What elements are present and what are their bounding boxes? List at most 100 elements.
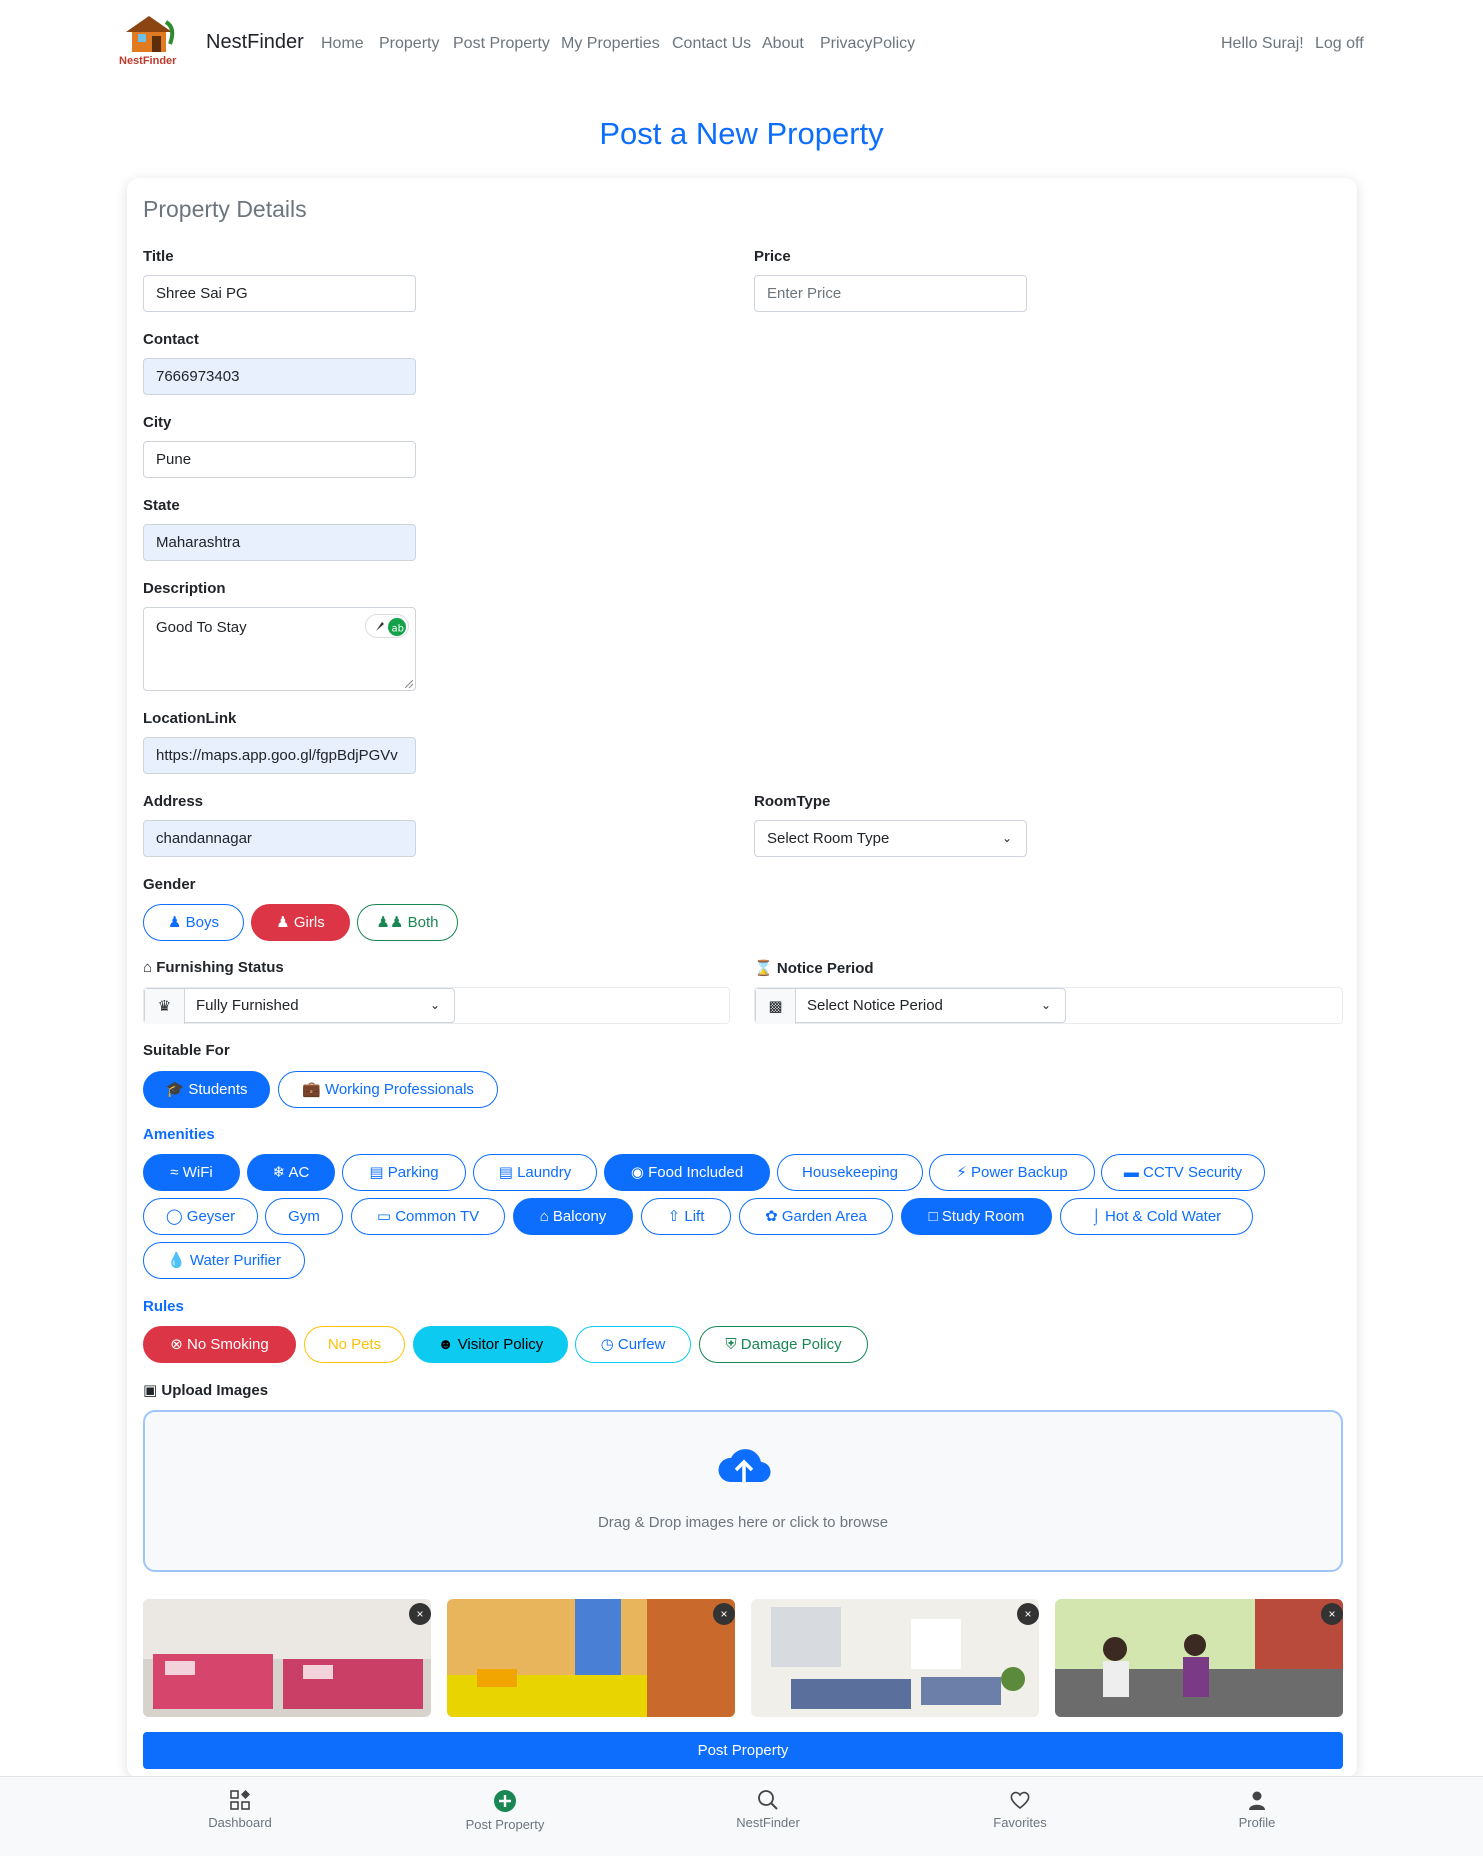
image-dropzone[interactable]: Drag & Drop images here or click to brow… [143, 1410, 1343, 1572]
rule-label: Visitor Policy [457, 1336, 544, 1353]
people-icon: ♟♟ [376, 914, 404, 931]
amenity-lift[interactable]: ⇧ Lift [641, 1198, 731, 1235]
heart-icon [1010, 1791, 1030, 1810]
bottom-nav-dashboard[interactable]: Dashboard [195, 1789, 285, 1830]
amenity-label: Lift [684, 1208, 705, 1225]
amenity-garden[interactable]: ✿ Garden Area [739, 1198, 893, 1235]
logoff-link[interactable]: Log off [1315, 35, 1364, 53]
gender-boys-label: Boys [185, 914, 219, 931]
amenity-label: Parking [387, 1164, 439, 1181]
furnishing-select[interactable]: ♛ Fully Furnished ⌄ [144, 988, 455, 1024]
rule-no-smoking[interactable]: ⊗ No Smoking [143, 1326, 296, 1363]
amenity-hot-cold-water[interactable]: ⌡ Hot & Cold Water [1060, 1198, 1253, 1235]
rule-damage-policy[interactable]: ⛨ Damage Policy [699, 1326, 868, 1363]
roomtype-select[interactable]: Select Room Type ⌄ [754, 820, 1027, 857]
amenity-power-backup[interactable]: ⚡ Power Backup [929, 1154, 1095, 1191]
amenity-water-purifier[interactable]: 💧 Water Purifier [143, 1242, 305, 1279]
remove-image-3-button[interactable]: × [1017, 1603, 1039, 1625]
nav-home[interactable]: Home [321, 35, 364, 53]
drop-icon: ◯ [165, 1208, 183, 1225]
lift-icon: ⇧ [667, 1208, 681, 1225]
tv-icon: ▭ [376, 1208, 392, 1225]
home-icon: ⌂ [143, 959, 153, 976]
rule-curfew[interactable]: ◷ Curfew [575, 1326, 691, 1363]
nav-privacy-policy[interactable]: PrivacyPolicy [820, 35, 915, 53]
amenity-geyser[interactable]: ◯ Geyser [143, 1198, 258, 1235]
bottom-nav-label: NestFinder [736, 1815, 800, 1830]
gender-girls-button[interactable]: ♟ Girls [251, 904, 350, 941]
user-greeting[interactable]: Hello Suraj! [1221, 35, 1304, 53]
graduation-cap-icon: 🎓 [165, 1081, 185, 1098]
notice-select[interactable]: ▩ Select Notice Period ⌄ [755, 988, 1066, 1024]
grammarly-icon[interactable]: ab [365, 614, 409, 638]
address-label: Address [143, 793, 204, 810]
furnishing-input-group: ♛ Fully Furnished ⌄ [143, 987, 730, 1024]
nav-contact-us[interactable]: Contact Us [672, 35, 751, 53]
nav-post-property[interactable]: Post Property [453, 35, 550, 53]
notice-label-text: Notice Period [776, 960, 874, 977]
amenity-wifi[interactable]: ≈ WiFi [143, 1154, 240, 1191]
amenity-housekeeping[interactable]: Housekeeping [777, 1154, 923, 1191]
amenity-common-tv[interactable]: ▭ Common TV [351, 1198, 505, 1235]
brand-name[interactable]: NestFinder [206, 31, 304, 54]
nav-about[interactable]: About [762, 35, 804, 53]
chevron-down-icon: ⌄ [1001, 831, 1012, 845]
gender-boys-button[interactable]: ♟ Boys [143, 904, 244, 941]
remove-image-2-button[interactable]: × [713, 1603, 735, 1625]
rule-visitor-policy[interactable]: ☻ Visitor Policy [413, 1326, 568, 1363]
plus-circle-icon [494, 1790, 516, 1812]
title-input[interactable]: Shree Sai PG [143, 275, 416, 312]
remove-image-4-button[interactable]: × [1321, 1603, 1343, 1625]
price-input[interactable]: Enter Price [754, 275, 1027, 312]
dashboard-icon [230, 1790, 250, 1810]
amenity-laundry[interactable]: ▤ Laundry [473, 1154, 597, 1191]
bottom-nav-favorites[interactable]: Favorites [975, 1789, 1065, 1830]
amenity-label: Water Purifier [189, 1252, 281, 1269]
amenity-study-room[interactable]: □ Study Room [901, 1198, 1052, 1235]
amenity-label: Housekeeping [802, 1164, 898, 1181]
amenity-label: Food Included [648, 1164, 744, 1181]
wallet-icon: ▩ [756, 989, 796, 1024]
lightning-icon: ⚡ [956, 1164, 967, 1181]
amenity-cctv[interactable]: ▬ CCTV Security [1101, 1154, 1265, 1191]
state-input[interactable]: Maharashtra [143, 524, 416, 561]
amenity-balcony[interactable]: ⌂ Balcony [513, 1198, 633, 1235]
users-icon: ♟ [276, 914, 290, 931]
amenity-gym[interactable]: Gym [265, 1198, 343, 1235]
dropzone-text: Drag & Drop images here or click to brow… [597, 1514, 889, 1531]
address-input[interactable]: chandannagar [143, 820, 416, 857]
amenity-label: Gym [288, 1208, 320, 1225]
nestfinder-logo[interactable]: NestFinder [118, 14, 184, 68]
amenity-label: Balcony [552, 1208, 607, 1225]
contact-input[interactable]: 7666973403 [143, 358, 416, 395]
rule-label: Damage Policy [740, 1336, 842, 1353]
car-icon: ▤ [369, 1164, 384, 1181]
nav-property[interactable]: Property [379, 35, 439, 53]
suitable-label: Suitable For [143, 1042, 230, 1059]
post-property-button[interactable]: Post Property [143, 1732, 1343, 1769]
suitable-professionals-button[interactable]: 💼 Working Professionals [278, 1071, 498, 1108]
bottom-nav-post-property[interactable]: Post Property [450, 1789, 560, 1832]
amenity-food[interactable]: ◉ Food Included [604, 1154, 770, 1191]
amenity-label: AC [288, 1164, 310, 1181]
suitable-students-button[interactable]: 🎓 Students [143, 1071, 270, 1108]
gender-girls-label: Girls [293, 914, 325, 931]
nav-my-properties[interactable]: My Properties [561, 35, 660, 53]
bottom-nav-profile[interactable]: Profile [1212, 1789, 1302, 1830]
gender-both-button[interactable]: ♟♟ Both [357, 904, 458, 941]
description-textarea[interactable]: Good To Stay ab [143, 607, 416, 691]
resize-handle-icon[interactable] [405, 680, 413, 688]
house-icon: ⌂ [539, 1208, 549, 1225]
amenity-ac[interactable]: ❄ AC [247, 1154, 335, 1191]
hourglass-icon: ⌛ [754, 960, 773, 977]
location-input[interactable]: https://maps.app.goo.gl/fgpBdjPGVv [143, 737, 416, 774]
bottom-nav-nestfinder[interactable]: NestFinder [723, 1789, 813, 1830]
city-input[interactable]: Pune [143, 441, 416, 478]
top-navbar: NestFinder NestFinder Home Property Post… [0, 0, 1483, 88]
briefcase-icon: 💼 [302, 1081, 321, 1098]
furnishing-label-text: Furnishing Status [156, 959, 284, 976]
remove-image-1-button[interactable]: × [409, 1603, 431, 1625]
amenity-parking[interactable]: ▤ Parking [342, 1154, 466, 1191]
rule-no-pets[interactable]: No Pets [304, 1326, 405, 1363]
amenity-label: Garden Area [781, 1208, 867, 1225]
